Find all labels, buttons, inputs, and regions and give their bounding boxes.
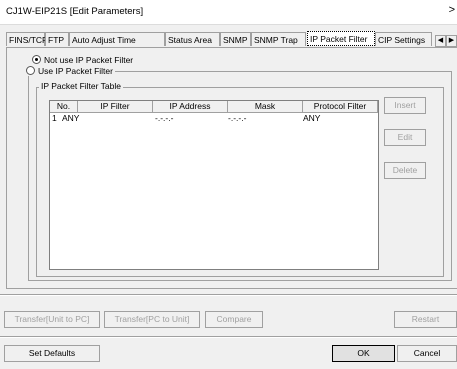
column-header-protocol-filter[interactable]: Protocol Filter [303, 101, 378, 113]
column-header-no[interactable]: No. [50, 101, 78, 113]
ip-filter-table[interactable]: No. IP Filter IP Address Mask Protocol F… [49, 100, 379, 270]
column-header-ip-address[interactable]: IP Address [153, 101, 228, 113]
cancel-button[interactable]: Cancel [397, 345, 457, 362]
tab-snmp-trap[interactable]: SNMP Trap [251, 32, 306, 46]
window-title: CJ1W-EIP21S [Edit Parameters] [6, 6, 144, 17]
title-bar: CJ1W-EIP21S [Edit Parameters] > [0, 0, 457, 25]
radio-not-use-filter[interactable]: Not use IP Packet Filter [32, 55, 133, 65]
radio-unselected-icon [26, 66, 35, 75]
tab-cip-settings[interactable]: CIP Settings [375, 32, 432, 46]
compare-button[interactable]: Compare [205, 311, 263, 328]
cell-protocol: ANY [303, 113, 321, 123]
tab-snmp[interactable]: SNMP [220, 32, 251, 46]
radio-use-filter[interactable]: Use IP Packet Filter [26, 66, 115, 76]
tab-auto-adjust-time[interactable]: Auto Adjust Time [69, 32, 165, 46]
column-header-mask[interactable]: Mask [228, 101, 303, 113]
tab-scroll: ◀ ▶ [435, 34, 457, 47]
restart-button[interactable]: Restart [394, 311, 457, 328]
transfer-pc-to-unit-button[interactable]: Transfer[PC to Unit] [104, 311, 200, 328]
cell-ip-filter: ANY [62, 113, 80, 123]
ok-button[interactable]: OK [332, 345, 395, 362]
scroll-right-icon[interactable]: ▶ [446, 35, 457, 47]
column-header-ip-filter[interactable]: IP Filter [78, 101, 153, 113]
separator [0, 336, 457, 338]
set-defaults-button[interactable]: Set Defaults [4, 345, 100, 362]
edit-button[interactable]: Edit [384, 129, 426, 146]
radio-selected-icon [32, 55, 41, 64]
delete-button[interactable]: Delete [384, 162, 426, 179]
tab-strip: FINS/TCP FTP Auto Adjust Time Status Are… [6, 31, 457, 47]
transfer-unit-to-pc-button[interactable]: Transfer[Unit to PC] [4, 311, 100, 328]
separator [0, 294, 457, 296]
cell-no: 1 [52, 113, 57, 123]
cell-ip-address: -.-.-.- [155, 113, 174, 123]
close-icon[interactable]: > [449, 4, 455, 16]
scroll-left-icon[interactable]: ◀ [435, 35, 446, 47]
insert-button[interactable]: Insert [384, 97, 426, 114]
tab-ip-packet-filter[interactable]: IP Packet Filter [307, 31, 375, 46]
cell-mask: -.-.-.- [228, 113, 247, 123]
tab-ftp[interactable]: FTP [45, 32, 69, 46]
filter-table-group-label: IP Packet Filter Table [39, 81, 124, 91]
tab-fins-tcp[interactable]: FINS/TCP [6, 32, 48, 46]
tab-status-area[interactable]: Status Area [165, 32, 220, 46]
